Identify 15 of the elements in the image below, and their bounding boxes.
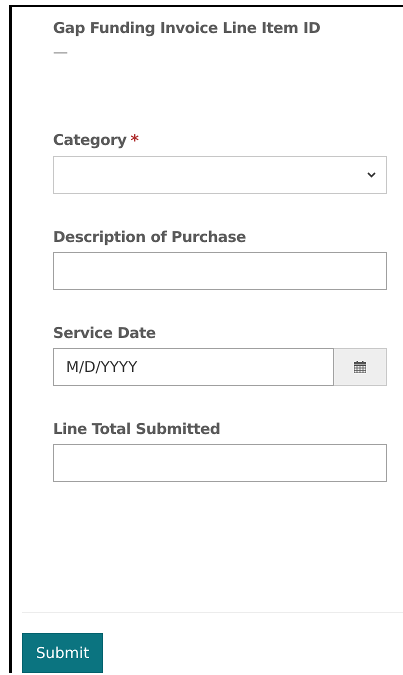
field-label: Gap Funding Invoice Line Item ID bbox=[53, 19, 322, 37]
text-input-field[interactable] bbox=[53, 444, 387, 482]
date-input-field[interactable]: M/D/YYYY bbox=[53, 348, 334, 386]
calendar-icon bbox=[354, 361, 366, 373]
field-value: — bbox=[53, 43, 69, 61]
field-label: Line Total Submitted bbox=[53, 420, 220, 438]
field-label: Service Date bbox=[53, 324, 156, 342]
required-mark: * bbox=[130, 131, 139, 150]
category-dropdown[interactable] bbox=[53, 156, 387, 194]
chevron-down-icon bbox=[367, 172, 376, 178]
field-label: Category bbox=[53, 131, 126, 150]
field-label: Description of Purchase bbox=[53, 228, 246, 246]
submit-button[interactable]: Submit bbox=[22, 633, 104, 673]
calendar-button[interactable] bbox=[334, 348, 387, 386]
text-input-field[interactable] bbox=[53, 252, 387, 290]
